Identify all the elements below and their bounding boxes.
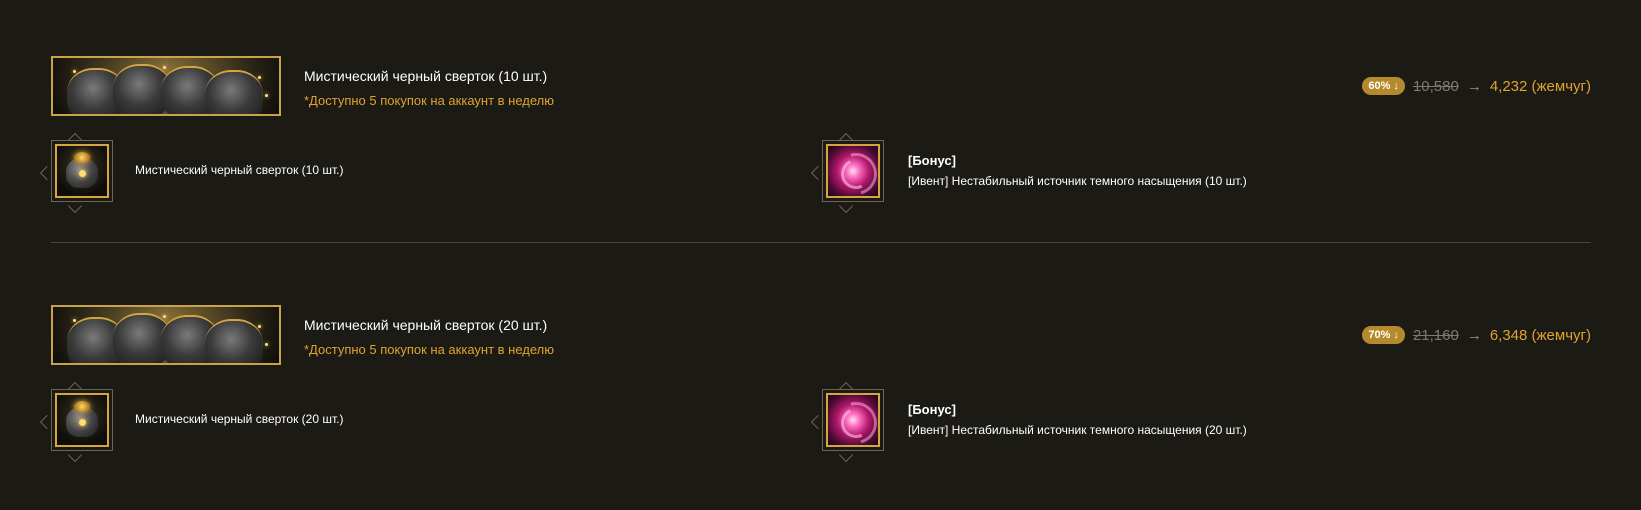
bonus-title: [Бонус] xyxy=(908,402,956,417)
purchase-limit-note: *Доступно 5 покупок на аккаунт в неделю xyxy=(304,342,555,357)
item-label: Мистический черный сверток (20 шт.) xyxy=(135,412,344,426)
new-price: 6,348 (жемчуг) xyxy=(1489,326,1591,344)
product-card: Мистический черный сверток (20 шт.) *Дос… xyxy=(39,305,1591,485)
bonus-slot xyxy=(810,132,894,214)
bonus-label: [Ивент] Нестабильный источник темного на… xyxy=(908,423,1247,437)
product-title: Мистический черный сверток (10 шт.) xyxy=(304,68,548,84)
price-arrow-icon: → xyxy=(1466,77,1482,95)
bonus-slot xyxy=(810,381,894,463)
product-card: Мистический черный сверток (10 шт.) *Дос… xyxy=(39,56,1591,236)
price-row: 70% ↓ 21,160 → 6,348 (жемчуг) xyxy=(1362,325,1591,345)
new-price: 4,232 (жемчуг) xyxy=(1489,77,1591,95)
item-slot xyxy=(39,132,123,214)
discount-badge: 70% ↓ xyxy=(1362,326,1405,344)
purchase-limit-note: *Доступно 5 покупок на аккаунт в неделю xyxy=(304,93,555,108)
item-slot xyxy=(39,381,123,463)
shop-page: Мистический черный сверток (10 шт.) *Дос… xyxy=(0,0,1641,510)
old-price: 21,160 xyxy=(1412,326,1459,344)
product-banner-image xyxy=(51,56,281,116)
bonus-label: [Ивент] Нестабильный источник темного на… xyxy=(908,174,1247,188)
discount-badge: 60% ↓ xyxy=(1362,77,1405,95)
product-banner-image xyxy=(51,305,281,365)
galaxy-source-icon xyxy=(826,393,880,447)
item-label: Мистический черный сверток (10 шт.) xyxy=(135,163,344,177)
galaxy-source-icon xyxy=(826,144,880,198)
product-title: Мистический черный сверток (20 шт.) xyxy=(304,317,548,333)
price-row: 60% ↓ 10,580 → 4,232 (жемчуг) xyxy=(1362,76,1591,96)
black-pouch-icon xyxy=(55,393,109,447)
price-arrow-icon: → xyxy=(1466,326,1482,344)
old-price: 10,580 xyxy=(1412,77,1459,95)
divider xyxy=(51,242,1591,243)
bonus-title: [Бонус] xyxy=(908,153,956,168)
black-pouch-icon xyxy=(55,144,109,198)
